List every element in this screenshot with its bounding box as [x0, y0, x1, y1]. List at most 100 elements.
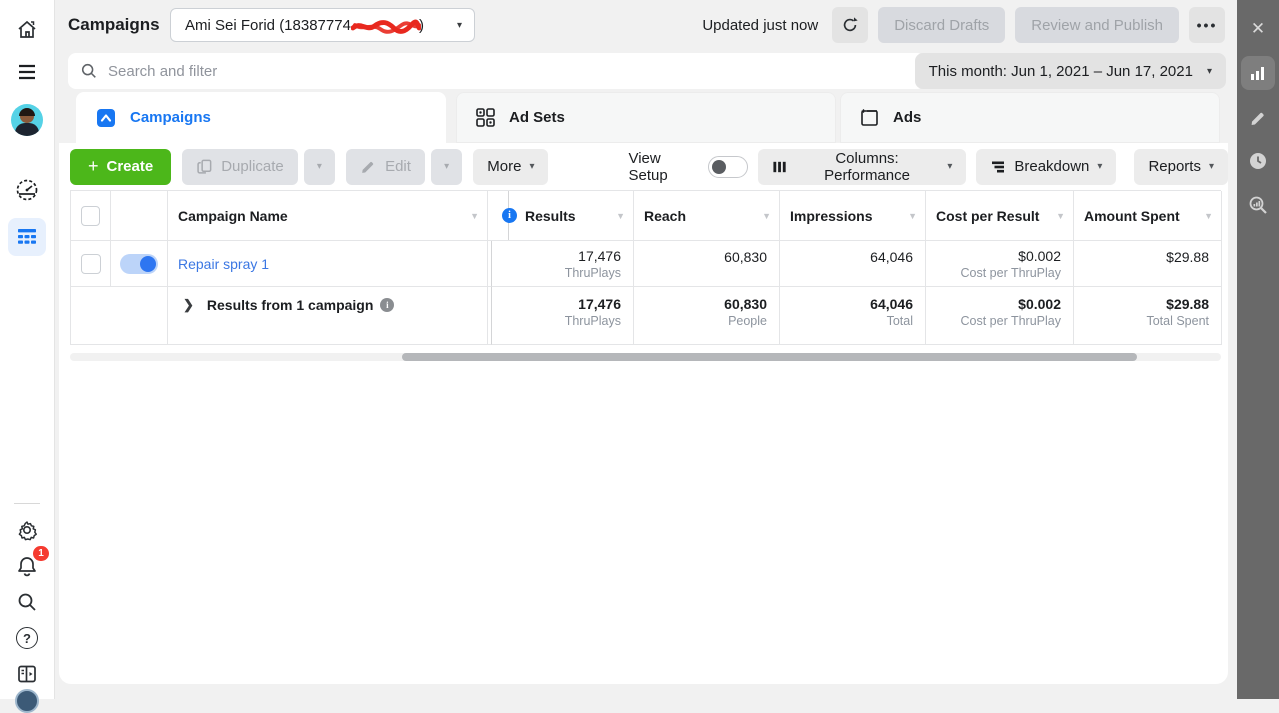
top-header: Campaigns Ami Sei Forid (18387774) ▾ Upd… [55, 0, 1237, 50]
close-icon[interactable]: ✕ [1241, 12, 1275, 46]
columns-button[interactable]: Columns: Performance ▾ [758, 149, 967, 185]
sidebar-divider [14, 503, 40, 504]
refresh-icon [841, 16, 859, 34]
select-all-cell [71, 191, 111, 241]
history-clock-icon[interactable] [1241, 144, 1275, 178]
reach-cell: 60,830 [634, 241, 780, 287]
header-cost-per-result[interactable]: Cost per Result ▼ [926, 191, 1074, 241]
chevron-down-icon: ▾ [1209, 161, 1214, 172]
horizontal-scrollbar-track[interactable] [70, 353, 1221, 361]
duplicate-copy-icon [196, 158, 213, 175]
info-icon[interactable]: i [502, 208, 517, 223]
tab-ad-sets[interactable]: Ad Sets [456, 92, 836, 143]
summary-label-cell: ❯ Results from 1 campaign i [168, 287, 488, 345]
summary-spent-cell: $29.88 Total Spent [1074, 287, 1222, 345]
globe-icon[interactable] [15, 689, 39, 713]
chevron-down-icon: ▾ [947, 161, 952, 172]
header-reach[interactable]: Reach ▼ [634, 191, 780, 241]
view-setup-toggle[interactable] [708, 156, 748, 178]
menu-icon[interactable] [13, 58, 41, 86]
header-campaign-name[interactable]: Campaign Name ▼ [168, 191, 488, 241]
collapse-panel-icon[interactable] [13, 660, 41, 688]
header-amount-spent[interactable]: Amount Spent ▼ [1074, 191, 1222, 241]
date-range-selector[interactable]: This month: Jun 1, 2021 – Jun 17, 2021 ▾ [915, 53, 1226, 89]
search-filter-box[interactable] [68, 53, 925, 89]
reports-button[interactable]: Reports ▾ [1134, 149, 1228, 185]
tab-label: Ad Sets [509, 109, 565, 126]
campaign-active-toggle[interactable] [120, 254, 158, 274]
tab-label: Campaigns [130, 109, 211, 126]
chevron-down-icon: ▾ [444, 161, 449, 172]
account-name: Ami Sei Forid (18387774 [185, 17, 351, 34]
gauge-icon[interactable] [13, 176, 41, 204]
refresh-button[interactable] [832, 7, 868, 43]
campaign-name-link[interactable]: Repair spray 1 [178, 256, 269, 272]
chevron-down-icon: ▾ [317, 161, 322, 172]
page-title: Campaigns [68, 0, 160, 50]
summary-empty-cell [111, 287, 168, 345]
user-avatar[interactable] [11, 104, 43, 136]
tab-campaigns[interactable]: Campaigns [76, 92, 446, 143]
inspect-magnifier-icon[interactable] [1241, 188, 1275, 222]
ad-account-selector[interactable]: Ami Sei Forid (18387774) ▾ [170, 8, 475, 42]
settings-gear-icon[interactable] [13, 516, 41, 544]
notifications-bell-icon[interactable]: 1 [13, 552, 41, 580]
horizontal-scrollbar-thumb[interactable] [402, 353, 1137, 361]
info-icon[interactable]: i [380, 298, 394, 312]
tab-ads[interactable]: Ads [840, 92, 1220, 143]
duplicate-button[interactable]: Duplicate [182, 149, 298, 185]
sort-icon[interactable]: ▼ [908, 211, 917, 221]
sort-icon[interactable]: ▼ [1204, 211, 1213, 221]
search-icon [80, 62, 98, 80]
discard-drafts-button[interactable]: Discard Drafts [878, 7, 1005, 43]
sort-icon[interactable]: ▼ [470, 211, 479, 221]
toggle-column-header [111, 191, 168, 241]
search-icon[interactable] [13, 588, 41, 616]
cost-per-result-cell: $0.002 Cost per ThruPlay [926, 241, 1074, 287]
edit-pencil-icon[interactable] [1241, 100, 1275, 134]
summary-row: ❯ Results from 1 campaign i 17,476 ThruP… [71, 287, 1221, 345]
help-icon[interactable]: ? [13, 624, 41, 652]
chevron-down-icon: ▾ [457, 20, 462, 31]
date-range-label: This month: Jun 1, 2021 – Jun 17, 2021 [929, 63, 1193, 80]
ads-manager-table-icon[interactable] [8, 218, 46, 256]
summary-impressions-cell: 64,046 Total [780, 287, 926, 345]
summary-label: Results from 1 campaign [207, 297, 374, 313]
columns-icon [772, 159, 787, 175]
edit-button[interactable]: Edit [346, 149, 425, 185]
more-button[interactable]: More ▾ [473, 149, 548, 185]
header-results[interactable]: i Results ▼ [492, 191, 634, 241]
table-header-row: Campaign Name ▼ i Results ▼ Reach ▼ Impr… [71, 191, 1221, 241]
ellipsis-icon: ••• [1197, 17, 1218, 33]
more-options-button[interactable]: ••• [1189, 7, 1225, 43]
edit-dropdown-button[interactable]: ▾ [431, 149, 462, 185]
row-select-cell [71, 241, 111, 287]
ad-sets-grid-icon [475, 107, 496, 128]
toggle-knob [712, 160, 726, 174]
review-publish-button[interactable]: Review and Publish [1015, 7, 1179, 43]
search-input[interactable] [108, 63, 869, 80]
redaction-scribble-icon [351, 19, 421, 35]
header-impressions[interactable]: Impressions ▼ [780, 191, 926, 241]
breakdown-button[interactable]: Breakdown ▾ [976, 149, 1116, 185]
chevron-down-icon: ▾ [1207, 66, 1212, 77]
performance-chart-icon[interactable] [1241, 56, 1275, 90]
home-icon[interactable] [13, 16, 41, 44]
campaigns-folder-icon [95, 107, 117, 129]
edit-pencil-icon [360, 158, 377, 175]
campaign-name-cell: Repair spray 1 [168, 241, 488, 287]
sort-icon[interactable]: ▼ [762, 211, 771, 221]
results-cell: 17,476 ThruPlays [492, 241, 634, 287]
expand-chevron-icon[interactable]: ❯ [183, 297, 194, 313]
row-checkbox[interactable] [81, 254, 101, 274]
chevron-down-icon: ▾ [529, 161, 534, 172]
create-button[interactable]: + Create [70, 149, 171, 185]
sort-icon[interactable]: ▼ [616, 211, 625, 221]
select-all-checkbox[interactable] [81, 206, 100, 226]
row-toggle-cell [111, 241, 168, 287]
duplicate-dropdown-button[interactable]: ▾ [304, 149, 335, 185]
left-sidebar: 1 ? [0, 0, 55, 699]
sort-icon[interactable]: ▼ [1056, 211, 1065, 221]
tab-label: Ads [893, 109, 921, 126]
amount-spent-cell: $29.88 [1074, 241, 1222, 287]
